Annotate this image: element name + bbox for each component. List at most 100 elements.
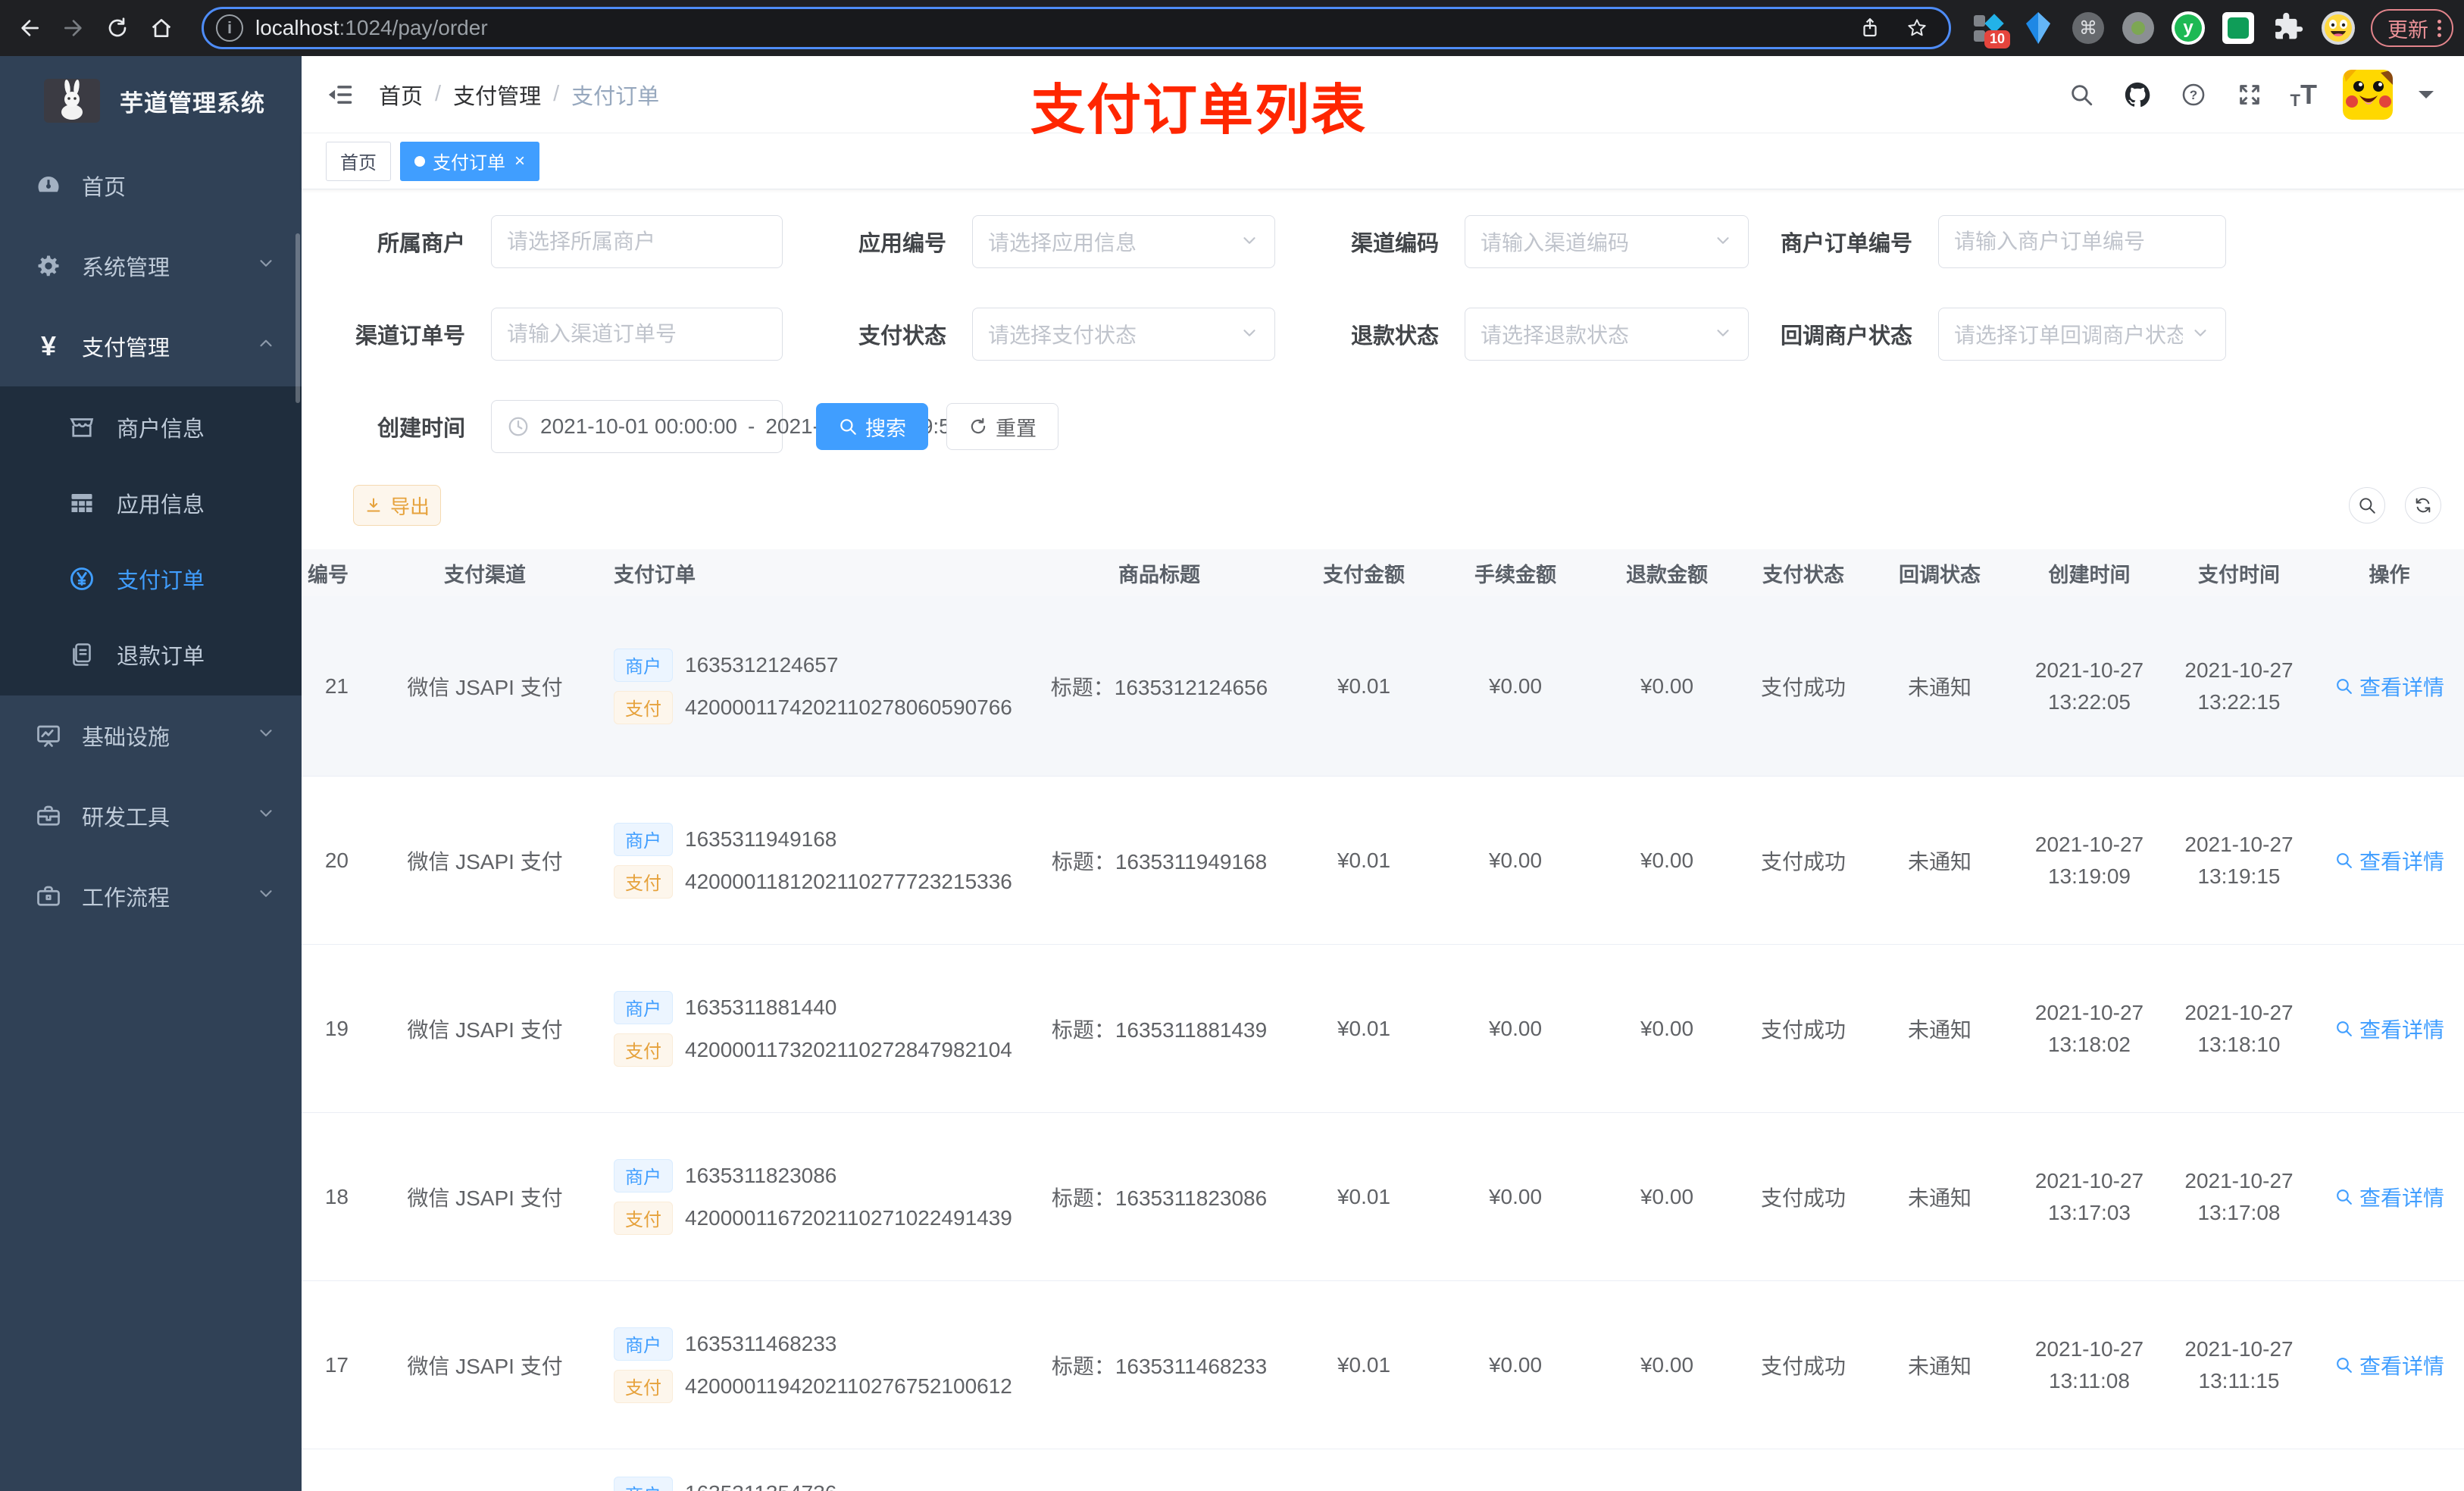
reload-icon[interactable]: [100, 11, 135, 45]
sidebar-item-2[interactable]: ¥ 支付管理: [0, 306, 302, 386]
filter-select[interactable]: 请选择退款状态: [1465, 308, 1749, 361]
tag-0[interactable]: 首页: [326, 141, 391, 181]
command-extension-icon[interactable]: ⌘: [2071, 11, 2106, 45]
reset-button[interactable]: 重置: [946, 403, 1058, 450]
extensions-puzzle-icon[interactable]: [2271, 11, 2306, 45]
view-detail-link[interactable]: 查看详情: [2334, 1014, 2444, 1044]
page-info-icon[interactable]: i: [216, 14, 243, 42]
sidebar: 芋道管理系统 首页系统管理 ¥ 支付管理商户信息应用信息 支付订单 退款订单基础设施研发…: [0, 56, 302, 1491]
cell-notify-status: 未通知: [1907, 1186, 1972, 1210]
fullscreen-icon[interactable]: [2234, 80, 2265, 110]
toolbox-icon: [33, 802, 64, 830]
date-separator: -: [748, 414, 755, 438]
document-icon: [67, 641, 97, 668]
cell-id: 20: [324, 848, 349, 872]
sidebar-item-3[interactable]: 基础设施: [0, 695, 302, 776]
sidebar-subitem-3[interactable]: 退款订单: [0, 617, 302, 692]
font-size-icon[interactable]: TT: [2290, 79, 2317, 111]
text-input[interactable]: [507, 322, 767, 346]
back-icon[interactable]: [12, 11, 47, 45]
browser-update-button[interactable]: 更新: [2371, 9, 2453, 47]
sidebar-item-5[interactable]: 工作流程: [0, 856, 302, 936]
screen: i localhost:1024/pay/order 10 ⌘ y 更新 芋道管…: [0, 0, 2464, 1491]
filter-label: 支付状态: [858, 324, 946, 349]
magnifier-icon: [2334, 1355, 2353, 1374]
filter-select[interactable]: 请选择支付状态: [972, 308, 1275, 361]
sidebar-subitem-2[interactable]: 支付订单: [0, 541, 302, 617]
cell-id: 21: [324, 674, 349, 698]
close-icon[interactable]: ×: [514, 151, 525, 172]
view-detail-link[interactable]: 查看详情: [2334, 1182, 2444, 1212]
filter-input[interactable]: [1938, 215, 2226, 268]
dashboard-icon: [33, 172, 64, 199]
emoji-extension-icon[interactable]: [2321, 11, 2356, 45]
monitor-icon: [33, 722, 64, 749]
text-input[interactable]: [507, 230, 767, 254]
help-icon[interactable]: ?: [2178, 80, 2209, 110]
view-detail-link[interactable]: 查看详情: [2334, 1350, 2444, 1380]
merchant-order-no: 1635312124657: [685, 652, 839, 677]
channel-order-no: 4200001167202110271022491439: [685, 1205, 1012, 1230]
filter-input[interactable]: [491, 215, 783, 268]
column-header-9: 创建时间: [2048, 563, 2131, 586]
kite-extension-icon[interactable]: [2021, 11, 2056, 45]
filter-select[interactable]: 请输入渠道编码: [1465, 215, 1749, 268]
sidebar-item-1[interactable]: 系统管理: [0, 226, 302, 306]
address-bar[interactable]: i localhost:1024/pay/order: [202, 7, 1951, 49]
collapse-menu-icon[interactable]: [324, 78, 358, 111]
channel-order-no: 4200001194202110276752100612: [685, 1374, 1012, 1398]
sidebar-scrollbar[interactable]: [295, 233, 300, 403]
search-button[interactable]: 搜索: [816, 403, 928, 450]
y-extension-icon[interactable]: y: [2171, 11, 2206, 45]
cell-actions: 查看详情: [2334, 846, 2444, 876]
sidebar-subitem-label: 商户信息: [117, 417, 205, 442]
column-header-7: 支付状态: [1762, 563, 1844, 586]
date-range-input[interactable]: 2021-10-01 00:00:00 - 2021-10-31 23:59:5…: [491, 400, 962, 453]
chat-extension-icon[interactable]: [2221, 11, 2256, 45]
export-button[interactable]: 导出: [353, 485, 441, 526]
filter-select[interactable]: 请选择订单回调商户状态: [1938, 308, 2226, 361]
filter-create-time: 创建时间 2021-10-01 00:00:00 - 2021-10-31 23…: [302, 400, 962, 453]
sidebar-subitem-1[interactable]: 应用信息: [0, 465, 302, 541]
pay-tag: 支付: [614, 690, 673, 724]
refresh-button[interactable]: [2405, 487, 2441, 524]
chevron-down-icon[interactable]: [2419, 90, 2434, 106]
select-placeholder: 请选择支付状态: [988, 324, 1137, 347]
column-header-1: 支付渠道: [444, 563, 526, 586]
column-header-11: 操作: [2369, 563, 2410, 586]
home-icon[interactable]: [144, 11, 179, 45]
sidebar-item-label: 基础设施: [82, 726, 170, 750]
column-header-4: 支付金额: [1323, 563, 1405, 586]
filter-input[interactable]: [491, 308, 783, 361]
forward-icon[interactable]: [56, 11, 91, 45]
hide-search-button[interactable]: [2349, 487, 2385, 524]
view-detail-link[interactable]: 查看详情: [2334, 671, 2444, 702]
browser-menu-icon[interactable]: [2437, 19, 2441, 37]
devtools-extension-icon[interactable]: 10: [1971, 11, 2010, 48]
sidebar-item-label: 系统管理: [82, 256, 170, 280]
merchant-order-no: 1635311949168: [685, 827, 837, 851]
breadcrumb-item-1[interactable]: 支付管理: [453, 79, 541, 111]
cell-amount: ¥0.01: [1337, 674, 1391, 698]
text-input[interactable]: [1954, 230, 2210, 254]
sidebar-item-0[interactable]: 首页: [0, 145, 302, 226]
breadcrumb-item-0[interactable]: 首页: [379, 79, 423, 111]
view-detail-link[interactable]: 查看详情: [2334, 846, 2444, 876]
tag-1[interactable]: 支付订单 ×: [400, 141, 540, 181]
bookmark-star-icon[interactable]: [1902, 13, 1932, 43]
cell-channel: 微信 JSAPI 支付: [407, 1017, 563, 1042]
filter-select[interactable]: 请选择应用信息: [972, 215, 1275, 268]
sidebar-subitem-0[interactable]: 商户信息: [0, 389, 302, 465]
github-icon[interactable]: [2122, 80, 2153, 110]
app-logo[interactable]: 芋道管理系统: [0, 56, 302, 145]
user-avatar[interactable]: [2343, 69, 2393, 120]
column-header-5: 手续金额: [1474, 563, 1556, 586]
cell-id: 18: [324, 1184, 349, 1208]
sidebar-item-label: 研发工具: [82, 806, 170, 830]
sidebar-item-4[interactable]: 研发工具: [0, 776, 302, 856]
share-icon[interactable]: [1855, 13, 1885, 43]
column-header-8: 回调状态: [1899, 563, 1981, 586]
yen-circle-icon: [67, 565, 97, 592]
search-icon[interactable]: [2066, 80, 2097, 110]
recorder-extension-icon[interactable]: [2121, 11, 2156, 45]
